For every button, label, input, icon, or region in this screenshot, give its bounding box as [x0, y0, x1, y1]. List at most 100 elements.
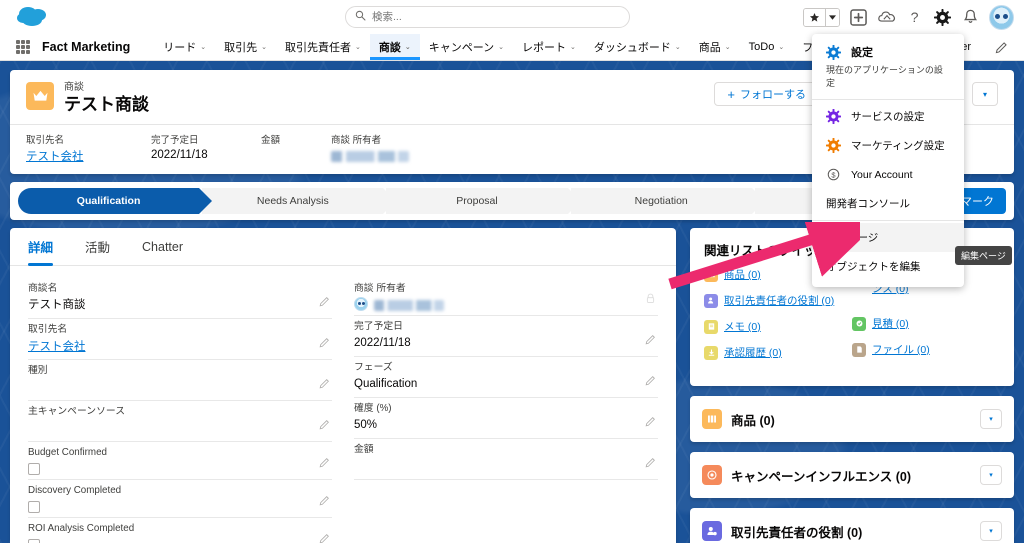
- setup-gear-icon[interactable]: [933, 8, 952, 27]
- menu-item-marketing-setup[interactable]: マーケティング設定: [812, 131, 964, 160]
- quick-link-label: 商品 (0): [724, 267, 761, 282]
- follow-button-label: フォローする: [740, 86, 806, 102]
- app-name[interactable]: Fact Marketing: [42, 40, 130, 54]
- notifications-bell-icon[interactable]: [961, 8, 980, 27]
- edit-pencil-icon[interactable]: [319, 531, 330, 543]
- field-opportunity-owner: 商談 所有者: [354, 278, 658, 316]
- nav-item-contacts[interactable]: 取引先責任者 ⌄: [276, 34, 370, 60]
- more-actions-caret-button[interactable]: ▾: [972, 82, 998, 106]
- quick-link-notes[interactable]: メモ (0): [704, 319, 852, 334]
- nav-item-dashboards[interactable]: ダッシュボード ⌄: [585, 34, 690, 60]
- edit-pencil-icon[interactable]: [319, 335, 330, 353]
- field-roi-analysis-completed: ROI Analysis Completed: [28, 518, 332, 543]
- account-link[interactable]: テスト会社: [28, 341, 86, 353]
- field-value: 2022/11/18: [151, 147, 251, 163]
- caret-down-icon: ▾: [983, 90, 987, 99]
- menu-divider: [812, 99, 964, 100]
- user-avatar[interactable]: [989, 5, 1014, 30]
- field-budget-confirmed: Budget Confirmed: [28, 442, 332, 480]
- related-list-products[interactable]: 商品 (0) ▾: [690, 396, 1014, 442]
- menu-item-developer-console[interactable]: 開発者コンソール: [812, 189, 964, 218]
- app-launcher-icon[interactable]: [16, 40, 30, 54]
- discovery-completed-checkbox[interactable]: [28, 501, 40, 513]
- edit-pencil-icon[interactable]: [645, 414, 656, 432]
- budget-confirmed-checkbox[interactable]: [28, 463, 40, 475]
- caret-down-icon: ▾: [989, 527, 993, 535]
- tab-details[interactable]: 詳細: [28, 228, 53, 266]
- field-label: フェーズ: [354, 361, 658, 375]
- edit-pencil-icon[interactable]: [645, 373, 656, 391]
- gear-orange-icon: [826, 138, 841, 153]
- chevron-down-icon: ⌄: [355, 43, 361, 51]
- owner-name-redacted: [374, 300, 444, 311]
- nav-item-accounts[interactable]: 取引先 ⌄: [215, 34, 276, 60]
- nav-item-campaigns[interactable]: キャンペーン ⌄: [420, 34, 513, 60]
- settings-menu-header[interactable]: 設定: [812, 40, 964, 62]
- field-label: 種別: [28, 364, 332, 378]
- salesforce-cloud-logo[interactable]: [12, 2, 56, 32]
- tab-label: 活動: [85, 237, 110, 256]
- service-cloud-icon[interactable]: [877, 8, 896, 27]
- edit-pencil-icon[interactable]: [319, 455, 330, 473]
- edit-pencil-icon[interactable]: [319, 294, 330, 312]
- menu-item-edit-object[interactable]: オブジェクトを編集: [812, 252, 964, 281]
- nav-item-reports[interactable]: レポート ⌄: [513, 34, 585, 60]
- account-link[interactable]: テスト会社: [26, 151, 84, 163]
- search-input[interactable]: [372, 11, 602, 23]
- related-list-menu-button[interactable]: ▾: [980, 465, 1002, 485]
- related-list-menu-button[interactable]: ▾: [980, 521, 1002, 541]
- edit-nav-pencil-icon[interactable]: [995, 41, 1008, 59]
- nav-item-todo[interactable]: ToDo ⌄: [740, 34, 794, 60]
- field-value: テスト商談: [28, 296, 332, 314]
- edit-pencil-icon[interactable]: [319, 493, 330, 511]
- quick-link-quotes[interactable]: 見積 (0): [852, 316, 1000, 331]
- field-close-date: 完了予定日 2022/11/18: [354, 316, 658, 357]
- field-account-name: 取引先名 テスト会社: [28, 319, 332, 360]
- roi-analysis-checkbox[interactable]: [28, 539, 40, 543]
- edit-pencil-icon[interactable]: [319, 376, 330, 394]
- menu-item-service-setup[interactable]: サービスの設定: [812, 102, 964, 131]
- favorites-star-icon[interactable]: [804, 9, 825, 26]
- path-stage-qualification[interactable]: Qualification: [18, 188, 199, 214]
- related-list-title: 取引先責任者の役割 (0): [731, 522, 862, 541]
- record-object-label: 商談: [64, 82, 149, 94]
- tab-chatter[interactable]: Chatter: [142, 228, 183, 266]
- quick-link-approval-history[interactable]: 承認履歴 (0): [704, 345, 852, 360]
- quick-link-contact-roles[interactable]: 取引先責任者の役割 (0): [704, 293, 852, 308]
- nav-item-opportunities[interactable]: 商談 ⌄: [370, 34, 420, 60]
- favorites-caret-icon[interactable]: [825, 9, 839, 26]
- page-title: テスト商談: [64, 94, 149, 115]
- menu-item-edit-page[interactable]: 編集ページ: [812, 223, 964, 252]
- follow-button[interactable]: + フォローする: [714, 82, 819, 106]
- plus-icon: +: [727, 88, 735, 101]
- edit-pencil-icon[interactable]: [645, 332, 656, 350]
- related-list-contact-roles[interactable]: 取引先責任者の役割 (0) ▾: [690, 508, 1014, 543]
- related-list-campaign-influence[interactable]: キャンペーンインフルエンス (0) ▾: [690, 452, 1014, 498]
- field-value: Qualification: [354, 375, 658, 393]
- nav-item-label: キャンペーン: [429, 39, 494, 55]
- menu-item-your-account[interactable]: $ Your Account: [812, 160, 964, 189]
- nav-item-products[interactable]: 商品 ⌄: [690, 34, 740, 60]
- edit-pencil-icon[interactable]: [319, 417, 330, 435]
- help-icon[interactable]: ?: [905, 8, 924, 27]
- path-stage-proposal[interactable]: Proposal: [386, 188, 567, 214]
- field-value: 50%: [354, 416, 658, 434]
- path-stage-negotiation[interactable]: Negotiation: [571, 188, 752, 214]
- add-icon[interactable]: [849, 8, 868, 27]
- svg-text:$: $: [831, 170, 836, 179]
- edit-pencil-icon[interactable]: [645, 455, 656, 473]
- global-search[interactable]: [345, 6, 630, 28]
- contact-role-icon: [702, 521, 722, 541]
- nav-item-label: 商談: [379, 39, 401, 55]
- tab-activity[interactable]: 活動: [85, 228, 110, 266]
- related-list-menu-button[interactable]: ▾: [980, 409, 1002, 429]
- favorites-group[interactable]: [803, 8, 840, 27]
- chevron-down-icon: ⌄: [570, 43, 576, 51]
- field-opportunity-name: 商談名 テスト商談: [28, 278, 332, 319]
- salesforce-record-page: ?: [0, 0, 1024, 543]
- quick-link-files[interactable]: ファイル (0): [852, 342, 1000, 357]
- field-label: 完了予定日: [151, 134, 251, 147]
- field-label: 商談名: [28, 282, 332, 296]
- nav-item-leads[interactable]: リード ⌄: [154, 34, 215, 60]
- path-stage-needs-analysis[interactable]: Needs Analysis: [202, 188, 383, 214]
